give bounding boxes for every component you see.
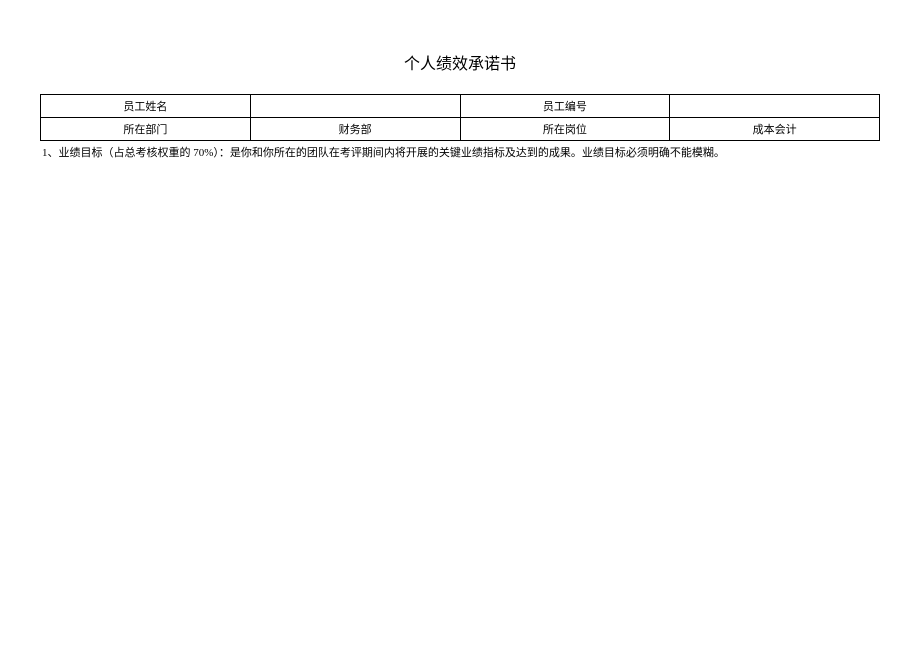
employee-name-label: 员工姓名: [41, 95, 251, 118]
employee-name-value: [250, 95, 460, 118]
performance-note: 1、业绩目标（占总考核权重的 70%）：是你和你所在的团队在考评期间内将开展的关…: [40, 145, 880, 163]
department-value: 财务部: [250, 118, 460, 141]
employee-id-value: [670, 95, 880, 118]
info-table: 员工姓名 员工编号 所在部门 财务部 所在岗位 成本会计: [40, 94, 880, 141]
position-label: 所在岗位: [460, 118, 670, 141]
table-row: 所在部门 财务部 所在岗位 成本会计: [41, 118, 880, 141]
table-row: 员工姓名 员工编号: [41, 95, 880, 118]
position-value: 成本会计: [670, 118, 880, 141]
document-title: 个人绩效承诺书: [40, 50, 880, 74]
employee-id-label: 员工编号: [460, 95, 670, 118]
department-label: 所在部门: [41, 118, 251, 141]
